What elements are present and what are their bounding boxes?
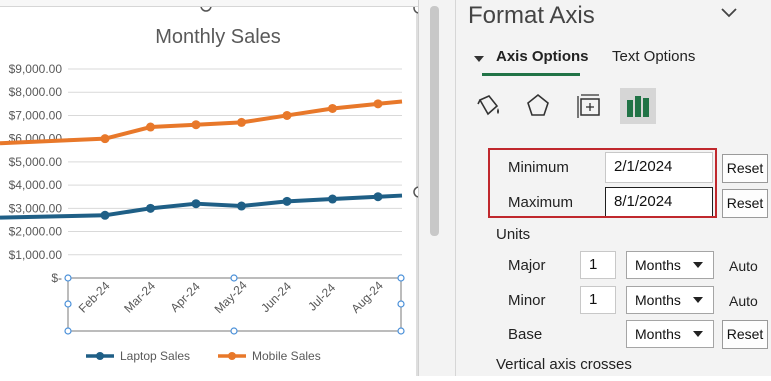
selection-handle <box>397 300 405 308</box>
vertical-axis-crosses-label: Vertical axis crosses <box>496 356 632 373</box>
legend-label: Laptop Sales <box>120 349 190 363</box>
min-max-highlight-box <box>488 148 717 218</box>
line-chart[interactable]: Monthly Sales $9,000.00 $8,000.00 $7,000.00… <box>0 0 425 376</box>
y-tick-label: $9,000.00 <box>9 62 63 76</box>
axis-options-icon[interactable] <box>620 88 656 124</box>
y-tick-label: $2,000.00 <box>9 225 63 239</box>
minimum-reset-button[interactable]: Reset <box>722 154 768 183</box>
selection-handle <box>397 274 405 282</box>
selection-handle <box>64 300 72 308</box>
units-label: Units <box>496 226 531 243</box>
major-auto-label: Auto <box>729 258 758 274</box>
selection-handle <box>397 327 405 335</box>
data-point <box>373 99 383 109</box>
major-label: Major <box>508 257 546 274</box>
selection-handle <box>64 327 72 335</box>
minor-auto-label: Auto <box>729 293 758 309</box>
data-point <box>146 122 155 132</box>
effects-icon[interactable] <box>520 88 556 124</box>
data-point <box>237 117 246 127</box>
y-tick-label: $7,000.00 <box>9 108 63 122</box>
dropdown-arrow-icon <box>693 262 703 268</box>
x-tick-label: May-24 <box>212 278 250 316</box>
minor-label: Minor <box>508 292 546 309</box>
minor-unit-select[interactable]: Months <box>626 286 714 314</box>
legend-marker <box>96 352 104 360</box>
chevron-down-icon[interactable] <box>718 4 740 22</box>
base-reset-button[interactable]: Reset <box>722 320 768 349</box>
base-label: Base <box>508 326 543 343</box>
x-tick-label: Feb-24 <box>76 279 113 316</box>
y-tick-label: $8,000.00 <box>9 85 63 99</box>
major-unit-input[interactable]: 1 <box>580 251 616 279</box>
maximum-reset-button[interactable]: Reset <box>722 189 768 218</box>
x-tick-label: Mar-24 <box>121 279 158 316</box>
chart-area[interactable]: Monthly Sales $9,000.00 $8,000.00 $7,000.00… <box>0 0 425 376</box>
x-tick-label: Jun-24 <box>258 279 294 315</box>
data-point <box>146 203 155 213</box>
data-point <box>191 120 201 130</box>
selection-handle <box>230 327 238 335</box>
dropdown-arrow-icon <box>693 331 703 337</box>
y-tick-label: $5,000.00 <box>9 155 63 169</box>
legend-marker <box>228 352 236 360</box>
base-unit-select-value: Months <box>635 326 681 342</box>
x-tick-label: Aug-24 <box>349 278 386 315</box>
data-point <box>282 196 292 206</box>
collapse-caret-icon[interactable] <box>474 56 484 62</box>
data-point <box>373 192 383 202</box>
legend-label: Mobile Sales <box>252 349 321 363</box>
tab-selected-indicator <box>482 73 580 76</box>
sheet-column-strip <box>0 0 418 7</box>
data-point <box>237 201 246 211</box>
tab-axis-options[interactable]: Axis Options <box>496 48 589 65</box>
base-unit-select[interactable]: Months <box>626 320 714 348</box>
data-point <box>100 134 110 144</box>
vertical-scrollbar[interactable] <box>430 6 439 236</box>
data-point <box>191 199 201 209</box>
fill-line-icon[interactable] <box>470 88 506 124</box>
tab-text-options[interactable]: Text Options <box>612 48 695 65</box>
selection-handle <box>64 274 72 282</box>
selection-handle <box>230 274 238 282</box>
data-point <box>100 210 110 220</box>
data-point <box>328 103 337 113</box>
size-properties-icon[interactable] <box>572 88 608 124</box>
minor-unit-input[interactable]: 1 <box>580 286 616 314</box>
data-point <box>282 110 292 120</box>
dropdown-arrow-icon <box>693 297 703 303</box>
major-unit-select[interactable]: Months <box>626 251 714 279</box>
y-tick-label: $1,000.00 <box>9 248 63 262</box>
x-tick-label: Apr-24 <box>167 279 203 315</box>
chart-title: Monthly Sales <box>155 26 281 48</box>
major-unit-select-value: Months <box>635 257 681 273</box>
y-tick-label: $4,000.00 <box>9 178 63 192</box>
y-tick-label: $3,000.00 <box>9 201 63 215</box>
data-point <box>328 194 337 204</box>
minor-unit-select-value: Months <box>635 292 681 308</box>
y-tick-label: $- <box>51 271 62 285</box>
pane-title: Format Axis <box>468 2 595 29</box>
x-tick-label: Jul-24 <box>305 280 338 313</box>
